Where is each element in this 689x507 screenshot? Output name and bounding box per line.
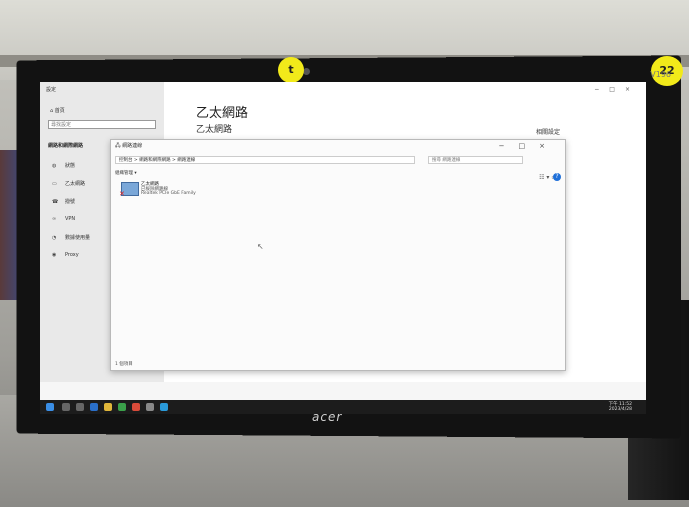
app-icon[interactable] <box>132 403 140 411</box>
sidebar-item-home[interactable]: ⌂ 首頁 <box>50 107 65 114</box>
sidebar-item-proxy[interactable]: ◉ Proxy <box>52 252 79 258</box>
explorer-window-controls[interactable]: −□× <box>499 142 559 150</box>
globe-icon: ◍ <box>52 163 57 169</box>
sticker-label: t <box>278 57 304 83</box>
edge-icon[interactable] <box>90 403 98 411</box>
page-title: 乙太網路 <box>196 106 249 121</box>
ethernet-connection[interactable]: 乙太網路 <box>196 122 232 135</box>
data-usage-icon: ◔ <box>52 235 57 241</box>
explorer-search-input[interactable]: 搜尋 網路連線 <box>428 156 523 164</box>
address-bar[interactable]: 控制台 > 網路和網際網路 > 網路連線 <box>115 156 415 164</box>
vpn-icon: ∞ <box>52 216 57 222</box>
task-view-icon[interactable] <box>76 403 84 411</box>
sidebar-item-vpn[interactable]: ∞ VPN <box>52 216 75 222</box>
settings-search-input[interactable]: 尋找設定 <box>48 120 156 129</box>
monitor-model: V196 <box>650 70 671 79</box>
taskbar-clock[interactable]: 下午 11:52 2023/4/28 <box>609 402 632 412</box>
sidebar-item-ethernet[interactable]: ▭ 乙太網路 <box>52 180 85 187</box>
chrome-icon[interactable] <box>118 403 126 411</box>
window-controls[interactable]: −□× <box>594 86 640 93</box>
webcam-icon <box>303 68 310 75</box>
ethernet-icon: ▭ <box>52 181 57 187</box>
explorer-title: 🖧 網路連線 <box>115 143 143 149</box>
taskbar: 下午 11:52 2023/4/28 <box>40 400 646 414</box>
organize-button[interactable]: 組織管理 ▾ <box>115 170 137 176</box>
settings-gear-icon[interactable] <box>146 403 154 411</box>
file-explorer-icon[interactable] <box>104 403 112 411</box>
mouse-cursor-icon: ↖ <box>257 242 264 251</box>
network-connections-window: 🖧 網路連線 −□× 控制台 > 網路和網際網路 > 網路連線 搜尋 網路連線 … <box>110 139 566 371</box>
sidebar-item-data-usage[interactable]: ◔ 數據使用量 <box>52 234 90 241</box>
start-icon[interactable] <box>46 403 54 411</box>
sidebar-item-status[interactable]: ◍ 狀態 <box>52 162 75 169</box>
item-count: 1 個項目 <box>115 362 133 367</box>
screen: 設定 ⌂ 首頁 尋找設定 網路和網際網路 ◍ 狀態 ▭ 乙太網路 ☎ 撥號 ∞ VPN … <box>40 82 646 414</box>
search-icon[interactable] <box>62 403 70 411</box>
sidebar-item-dialup[interactable]: ☎ 撥號 <box>52 198 75 205</box>
settings-section-title: 網路和網際網路 <box>48 143 84 149</box>
proxy-icon: ◉ <box>52 252 57 258</box>
settings-app-title: 設定 <box>46 87 57 93</box>
network-app-icon[interactable] <box>160 403 168 411</box>
phone-icon: ☎ <box>52 199 59 205</box>
disconnected-x-icon: ✕ <box>119 190 125 198</box>
home-label: 首頁 <box>54 108 65 114</box>
related-settings-heading: 相關設定 <box>536 129 561 136</box>
help-icon[interactable]: ? <box>553 173 561 181</box>
adapter-device: Realtek PCIe GbE Family <box>141 191 196 196</box>
